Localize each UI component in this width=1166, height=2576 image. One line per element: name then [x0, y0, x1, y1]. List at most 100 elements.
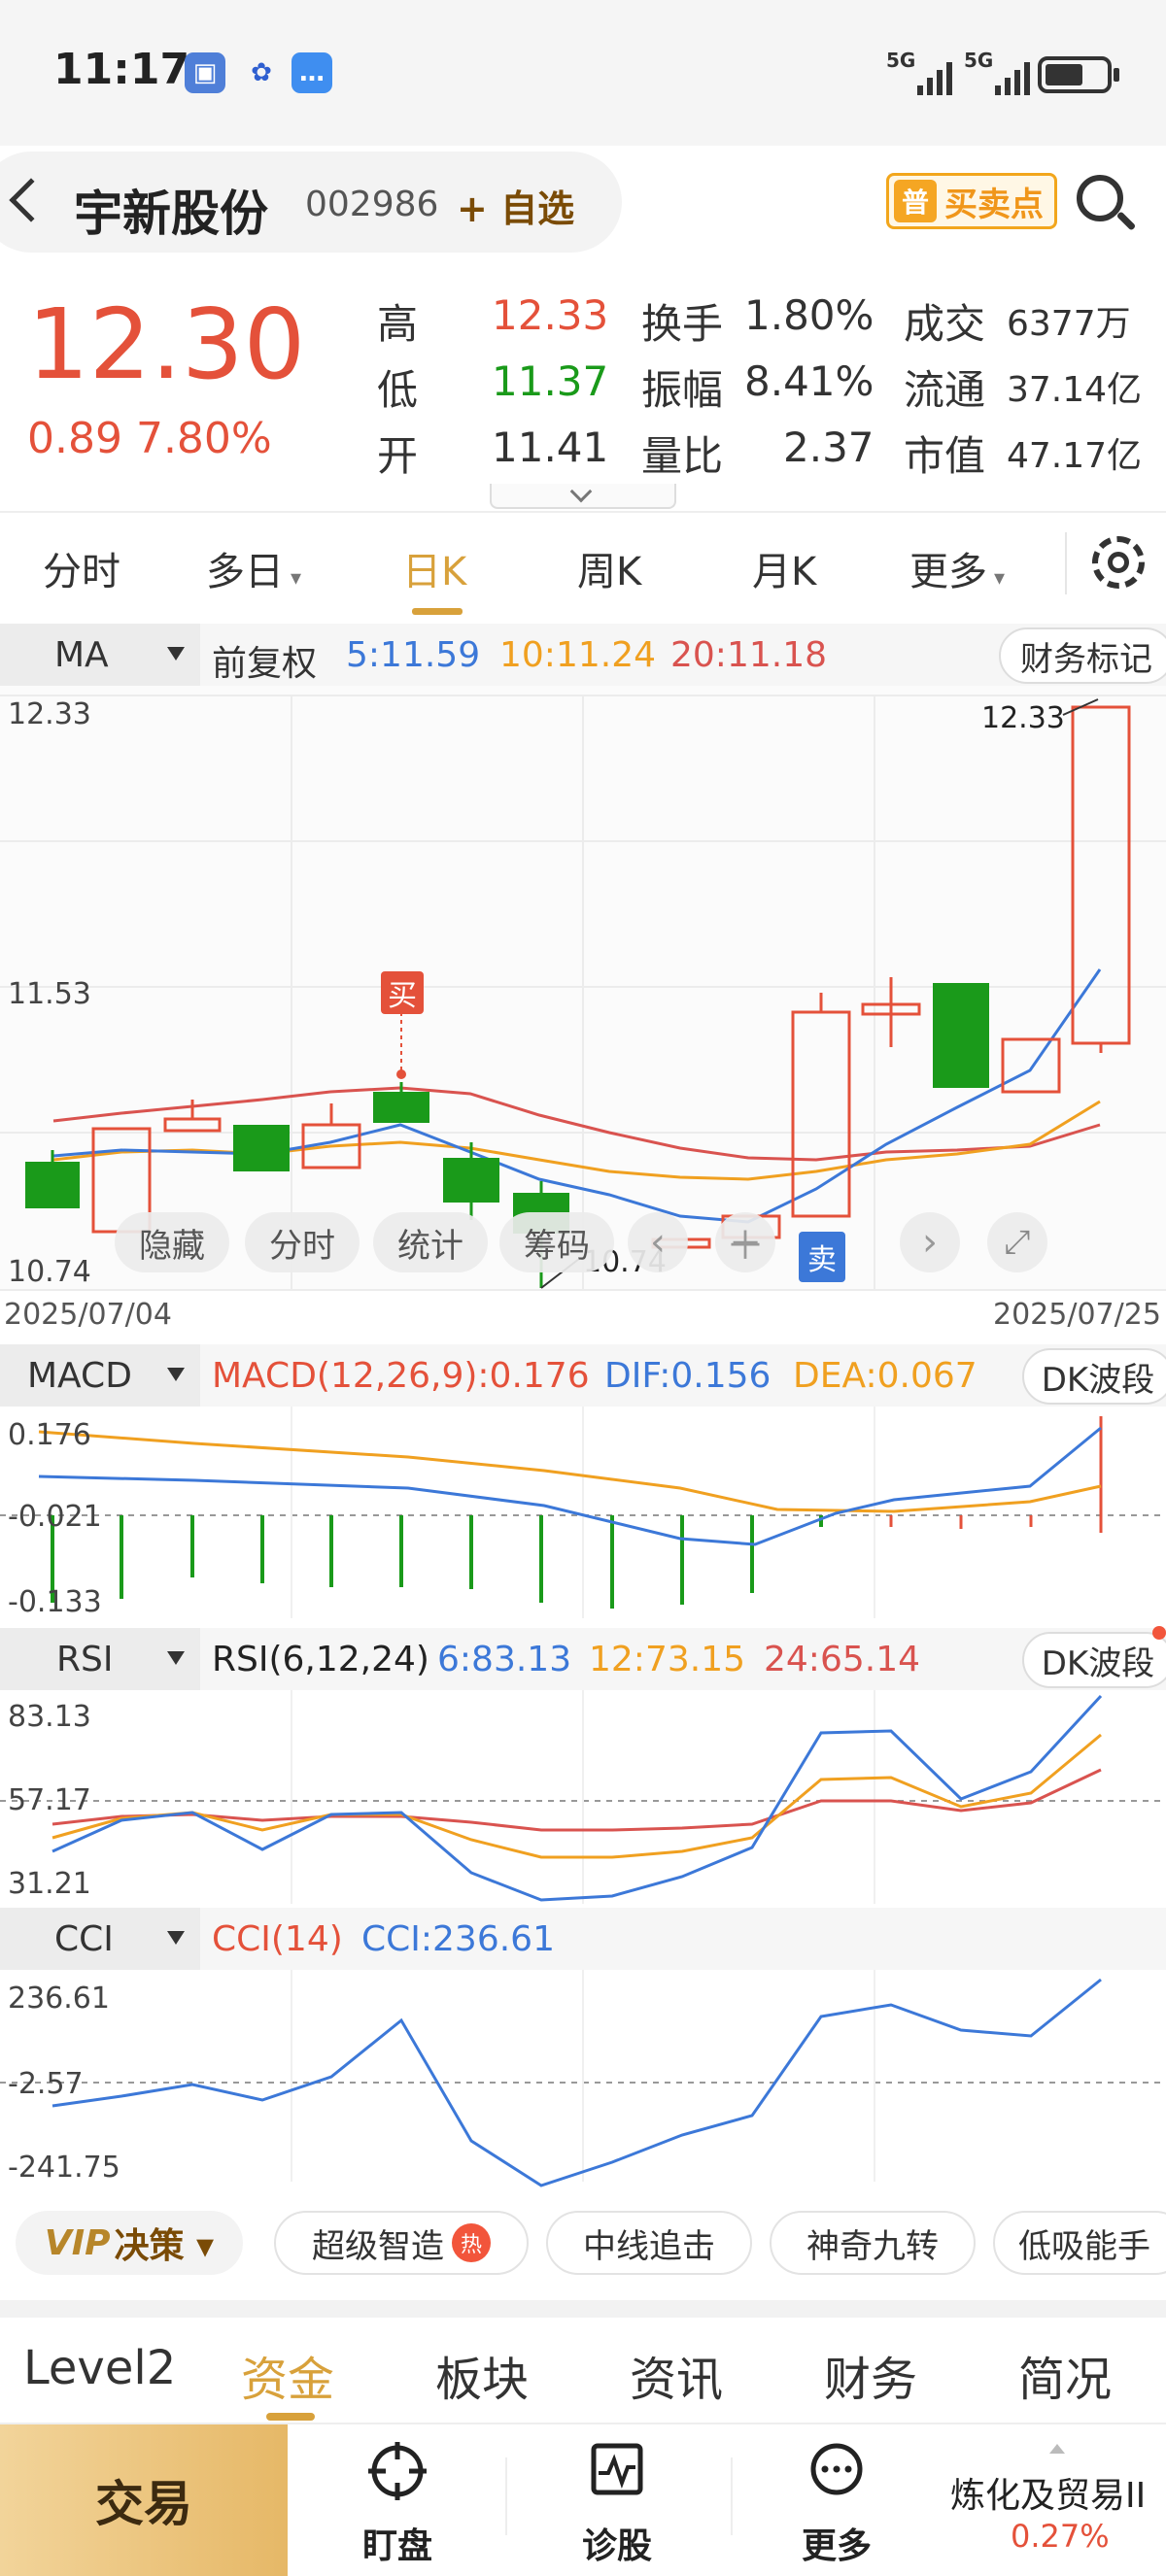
diagnose-button[interactable]: 诊股 [544, 2438, 690, 2566]
cci-indicator-label: CCI [54, 1918, 114, 1959]
turnover-label: 换手 [641, 300, 724, 348]
vip-logo: VIP [44, 2222, 111, 2263]
candle-4 [233, 1125, 290, 1171]
btab-sector[interactable]: 板块 [435, 2341, 529, 2409]
vol-ratio-label: 量比 [641, 432, 724, 480]
price-change: 0.89 7.80% [27, 414, 272, 463]
statistics-button[interactable]: 统计 [373, 1212, 488, 1272]
crosshair-icon [368, 2442, 427, 2500]
macd-title: MACD(12,26,9):0.176 [212, 1356, 590, 1396]
open-value: 11.41 [492, 424, 609, 471]
strategy-low-buy[interactable]: 低吸能手 [993, 2211, 1166, 2275]
ma5-value: 5:11.59 [346, 635, 481, 675]
stock-name: 宇新股份 [74, 186, 268, 242]
chips-button[interactable]: 筹码 [499, 1212, 614, 1272]
watch-button[interactable]: 盯盘 [325, 2438, 470, 2566]
rsi-y-mid: 57.17 [8, 1783, 91, 1817]
watch-label: 盯盘 [361, 2526, 432, 2566]
stock-code: 002986 [305, 185, 439, 224]
ma10-value: 10:11.24 [499, 635, 656, 675]
adjust-mode[interactable]: 前复权 [212, 635, 317, 686]
cci-title: CCI(14) [212, 1919, 343, 1959]
add-watchlist-button[interactable]: + 自选 [457, 179, 574, 232]
tab-more[interactable]: 更多 ▾ [909, 540, 1005, 596]
finance-mark-button[interactable]: 财务标记 [999, 627, 1166, 684]
buysell-badge: 普 [894, 180, 937, 222]
trade-label: 交易 [95, 2476, 192, 2532]
scroll-right-icon[interactable]: › [900, 1212, 960, 1272]
gear-icon-core [1108, 552, 1129, 573]
sector-change: 0.27% [1011, 2518, 1110, 2555]
more-dots-icon [810, 2443, 863, 2495]
fullscreen-icon[interactable]: ⤢ [987, 1212, 1047, 1272]
hide-button[interactable]: 隐藏 [115, 1212, 229, 1272]
sell-marker[interactable]: 卖 [799, 1232, 845, 1282]
macd-indicator-selector[interactable]: MACD [0, 1344, 200, 1407]
zoom-in-icon[interactable]: ＋ [715, 1212, 775, 1272]
vip-decision-button[interactable]: VIP 决策 ▾ [16, 2211, 243, 2275]
buy-sell-points-button[interactable]: 普 买卖点 [886, 173, 1057, 229]
new-badge-dot [1152, 1626, 1166, 1640]
low-label: 低 [377, 366, 419, 414]
btab-capital[interactable]: 资金 [241, 2341, 334, 2409]
more-button[interactable]: 更多 [764, 2438, 909, 2566]
kline-date-end: 2025/07/25 [993, 1298, 1161, 1332]
battery-tip [1114, 68, 1119, 82]
vol-ratio-value: 2.37 [783, 424, 874, 471]
macd-dk-band-button[interactable]: DK波段 [1022, 1348, 1166, 1405]
buy-marker[interactable]: 买 [381, 971, 424, 1014]
kline-y-mid: 11.53 [8, 977, 91, 1011]
tab-intraday[interactable]: 分时 [43, 540, 120, 596]
caret-down-icon [167, 1931, 185, 1945]
candle-6 [373, 1092, 429, 1123]
btab-news[interactable]: 资讯 [630, 2341, 723, 2409]
strategy-midline-chase[interactable]: 中线追击 [546, 2211, 752, 2275]
tab-weekly-k[interactable]: 周K [577, 540, 641, 596]
message-bubble-icon: … [292, 52, 332, 93]
caret-down-icon [167, 1651, 185, 1665]
candle-1 [25, 1162, 80, 1208]
macd-y-mid: -0.021 [8, 1500, 102, 1534]
tab-daily-k[interactable]: 日K [402, 540, 466, 596]
ma20-value: 20:11.18 [670, 635, 827, 675]
macd-y-bottom: -0.133 [8, 1585, 102, 1619]
rsi-indicator-selector[interactable]: RSI [0, 1628, 200, 1690]
strategy-magic-nine[interactable]: 神奇九转 [770, 2211, 976, 2275]
cci-indicator-selector[interactable]: CCI [0, 1908, 200, 1970]
network-5g-label: 5G [886, 49, 916, 72]
rsi-dk-band-button[interactable]: DK波段 [1022, 1632, 1166, 1688]
kline-high-note: 12.33 [981, 701, 1065, 735]
rsi-12: 12:73.15 [589, 1640, 745, 1679]
app-notification-icon: ▣ [185, 52, 225, 93]
tab-multi-day[interactable]: 多日 ▾ [206, 540, 301, 596]
kline-y-bottom: 10.74 [8, 1255, 91, 1289]
bottom-separator [505, 2457, 507, 2535]
rsi-6: 6:83.13 [437, 1640, 572, 1679]
caret-down-icon [167, 1368, 185, 1381]
vip-label: 决策 ▾ [114, 2226, 215, 2266]
tab-more-label: 更多 [909, 550, 987, 594]
strategy-super-manufacturing[interactable]: 超级智造 热 [274, 2211, 529, 2275]
sector-name[interactable]: 炼化及贸易II [950, 2467, 1146, 2518]
mcap-label: 市值 [904, 432, 986, 480]
turnover-value: 1.80% [744, 291, 874, 339]
intraday-overlay-button[interactable]: 分时 [245, 1212, 360, 1272]
more-label: 更多 [801, 2526, 872, 2566]
active-bottom-tab-indicator [266, 2413, 315, 2421]
rsi-y-top: 83.13 [8, 1700, 91, 1734]
pulse-chart-icon [591, 2443, 643, 2495]
hot-badge-icon: 热 [452, 2223, 491, 2262]
btab-level2[interactable]: Level2 [23, 2341, 176, 2395]
tab-multi-day-label: 多日 [206, 550, 284, 594]
btab-finance[interactable]: 财务 [824, 2341, 917, 2409]
buysell-label: 买卖点 [944, 185, 1044, 224]
btab-profile[interactable]: 简况 [1018, 2341, 1112, 2409]
deal-label: 成交 [904, 300, 986, 348]
scroll-left-icon[interactable]: ‹ [628, 1212, 688, 1272]
kline-indicator-selector[interactable]: MA [0, 624, 200, 686]
trade-button[interactable]: 交易 [0, 2424, 288, 2576]
tab-monthly-k[interactable]: 月K [752, 540, 816, 596]
chart-area[interactable] [0, 686, 1166, 2201]
rsi-title: RSI(6,12,24) [212, 1640, 429, 1679]
cci-value: CCI:236.61 [361, 1919, 555, 1959]
